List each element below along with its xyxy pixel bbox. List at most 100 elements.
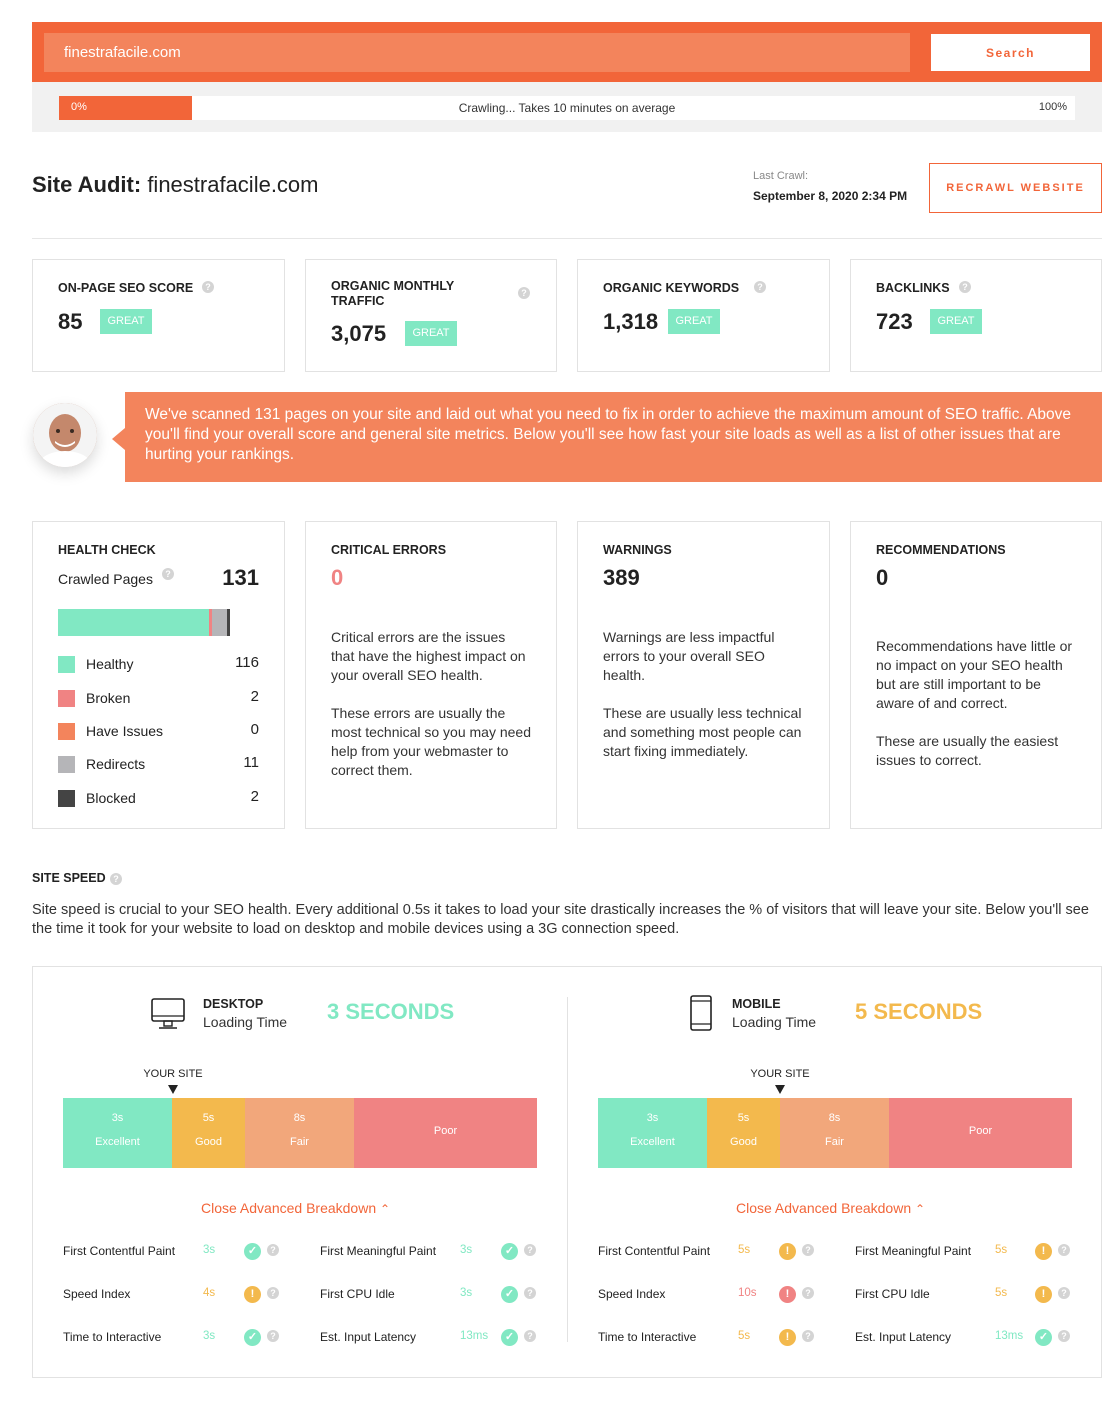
close-advanced-breakdown-link[interactable]: Close Advanced Breakdown ⌃	[736, 1200, 925, 1216]
legend-value: 116	[235, 654, 259, 671]
legend-label: Blocked	[86, 790, 136, 806]
recrawl-website-button[interactable]: RECRAWL WEBSITE	[929, 163, 1102, 213]
close-advanced-label: Close Advanced Breakdown	[736, 1200, 912, 1216]
help-icon[interactable]: ?	[754, 281, 766, 293]
legend-label: Broken	[86, 690, 131, 706]
metric-card-seo-score: ON-PAGE SEO SCORE ? 85 GREAT	[32, 259, 285, 372]
metric-card-backlinks: BACKLINKS ? 723 GREAT	[850, 259, 1102, 372]
help-icon[interactable]: ?	[267, 1330, 279, 1342]
metric-label: Time to Interactive	[63, 1330, 162, 1344]
mobile-marker-icon	[775, 1085, 785, 1094]
metric-card-organic-traffic: ORGANIC MONTHLY TRAFFIC ? 3,075 GREAT	[305, 259, 557, 372]
metric-label: Time to Interactive	[598, 1330, 697, 1344]
crawled-pages-label: Crawled Pages	[58, 571, 153, 587]
search-button[interactable]: Search	[931, 34, 1090, 71]
metric-label: First CPU Idle	[320, 1287, 395, 1301]
scale-label: 8s	[828, 1112, 841, 1124]
scale-label: Excellent	[95, 1136, 140, 1148]
recommendations-note: These are usually the easiest issues to …	[876, 733, 1059, 768]
scale-label: Good	[730, 1136, 757, 1148]
legend-value: 11	[243, 754, 259, 771]
help-icon[interactable]: ?	[1058, 1330, 1070, 1342]
desktop-icon	[151, 998, 185, 1029]
progress-end-label: 100%	[1038, 101, 1067, 113]
health-bar-healthy	[58, 609, 209, 636]
help-icon[interactable]: ?	[524, 1330, 536, 1342]
help-icon[interactable]: ?	[524, 1287, 536, 1299]
mobile-speed-scale: 3s Excellent 5s Good 8s Fair Poor	[598, 1098, 1072, 1168]
crawled-pages-value: 131	[222, 565, 259, 590]
warnings-card: WARNINGS 389 Warnings are less impactful…	[577, 521, 830, 829]
metric-value: 13ms	[995, 1330, 1024, 1342]
check-icon: ✓	[501, 1243, 518, 1260]
desktop-marker-icon	[168, 1085, 178, 1094]
page-title-prefix: Site Audit:	[32, 172, 142, 197]
metric-label: Speed Index	[63, 1287, 131, 1301]
legend-swatch	[58, 723, 75, 740]
metric-value: 5s	[738, 1244, 751, 1256]
page-title-domain: finestrafacile.com	[147, 172, 319, 197]
chevron-up-icon: ⌃	[915, 1202, 926, 1216]
scale-poor: Poor	[354, 1098, 537, 1168]
metric-value: 3,075	[331, 321, 387, 346]
legend-value: 0	[250, 721, 259, 738]
desktop-speed-scale: 3s Excellent 5s Good 8s Fair Poor	[63, 1098, 537, 1168]
help-icon[interactable]: ?	[267, 1244, 279, 1256]
check-icon: ✓	[1035, 1329, 1052, 1346]
help-icon[interactable]: ?	[267, 1287, 279, 1299]
health-bar-blocked	[227, 609, 230, 636]
mobile-icon	[690, 995, 712, 1031]
avatar-face-icon	[33, 403, 97, 467]
metric-label: First CPU Idle	[855, 1287, 930, 1301]
desktop-title: DESKTOP	[203, 997, 264, 1011]
recommendations-desc: Recommendations have little or no impact…	[876, 638, 1073, 711]
recommendations-value: 0	[876, 565, 889, 590]
metric-card-organic-keywords: ORGANIC KEYWORDS ? 1,318 GREAT	[577, 259, 830, 372]
critical-errors-desc: Critical errors are the issues that have…	[331, 629, 526, 683]
help-icon[interactable]: ?	[1058, 1244, 1070, 1256]
help-icon[interactable]: ?	[802, 1287, 814, 1299]
help-icon[interactable]: ?	[202, 281, 214, 293]
check-icon: ✓	[244, 1329, 261, 1346]
metric-value: 5s	[738, 1330, 751, 1342]
scale-label: Good	[195, 1136, 222, 1148]
help-icon[interactable]: ?	[110, 873, 122, 885]
help-icon[interactable]: ?	[802, 1330, 814, 1342]
search-bar: Search	[32, 22, 1102, 82]
last-crawl-label: Last Crawl:	[753, 170, 809, 182]
metric-value: 5s	[995, 1244, 1008, 1256]
help-icon[interactable]: ?	[802, 1244, 814, 1256]
help-icon[interactable]: ?	[959, 281, 971, 293]
scale-fair: 8s Fair	[245, 1098, 354, 1168]
warning-icon: !	[1035, 1243, 1052, 1260]
scale-label: Poor	[968, 1125, 993, 1137]
scale-fair: 8s Fair	[780, 1098, 889, 1168]
help-icon[interactable]: ?	[162, 568, 174, 580]
recommendations-title: RECOMMENDATIONS	[876, 543, 1006, 557]
close-advanced-breakdown-link[interactable]: Close Advanced Breakdown ⌃	[201, 1200, 390, 1216]
help-icon[interactable]: ?	[1058, 1287, 1070, 1299]
help-icon[interactable]: ?	[518, 287, 530, 299]
metric-value: 85	[58, 309, 83, 334]
legend-swatch	[58, 756, 75, 773]
help-icon[interactable]: ?	[524, 1244, 536, 1256]
critical-errors-title: CRITICAL ERRORS	[331, 543, 447, 557]
scale-label: Fair	[290, 1136, 309, 1148]
speed-divider	[567, 997, 568, 1342]
legend-swatch	[58, 690, 75, 707]
progress-track: 0% Crawling... Takes 10 minutes on avera…	[59, 96, 1075, 120]
warning-icon: !	[779, 1329, 796, 1346]
warning-icon: !	[779, 1243, 796, 1260]
search-input[interactable]	[44, 33, 910, 72]
scale-label: 5s	[202, 1112, 215, 1124]
desktop-your-site-label: YOUR SITE	[143, 1068, 203, 1080]
legend-swatch	[58, 790, 75, 807]
critical-errors-value: 0	[331, 565, 344, 590]
avatar	[33, 403, 97, 467]
metric-value: 1,318	[603, 309, 659, 334]
recommendations-card: RECOMMENDATIONS 0 Recommendations have l…	[850, 521, 1102, 829]
metric-value: 3s	[460, 1244, 473, 1256]
scale-poor: Poor	[889, 1098, 1072, 1168]
scale-good: 5s Good	[172, 1098, 245, 1168]
site-speed-card: DESKTOP Loading Time 3 SECONDS YOUR SITE…	[32, 966, 1102, 1378]
